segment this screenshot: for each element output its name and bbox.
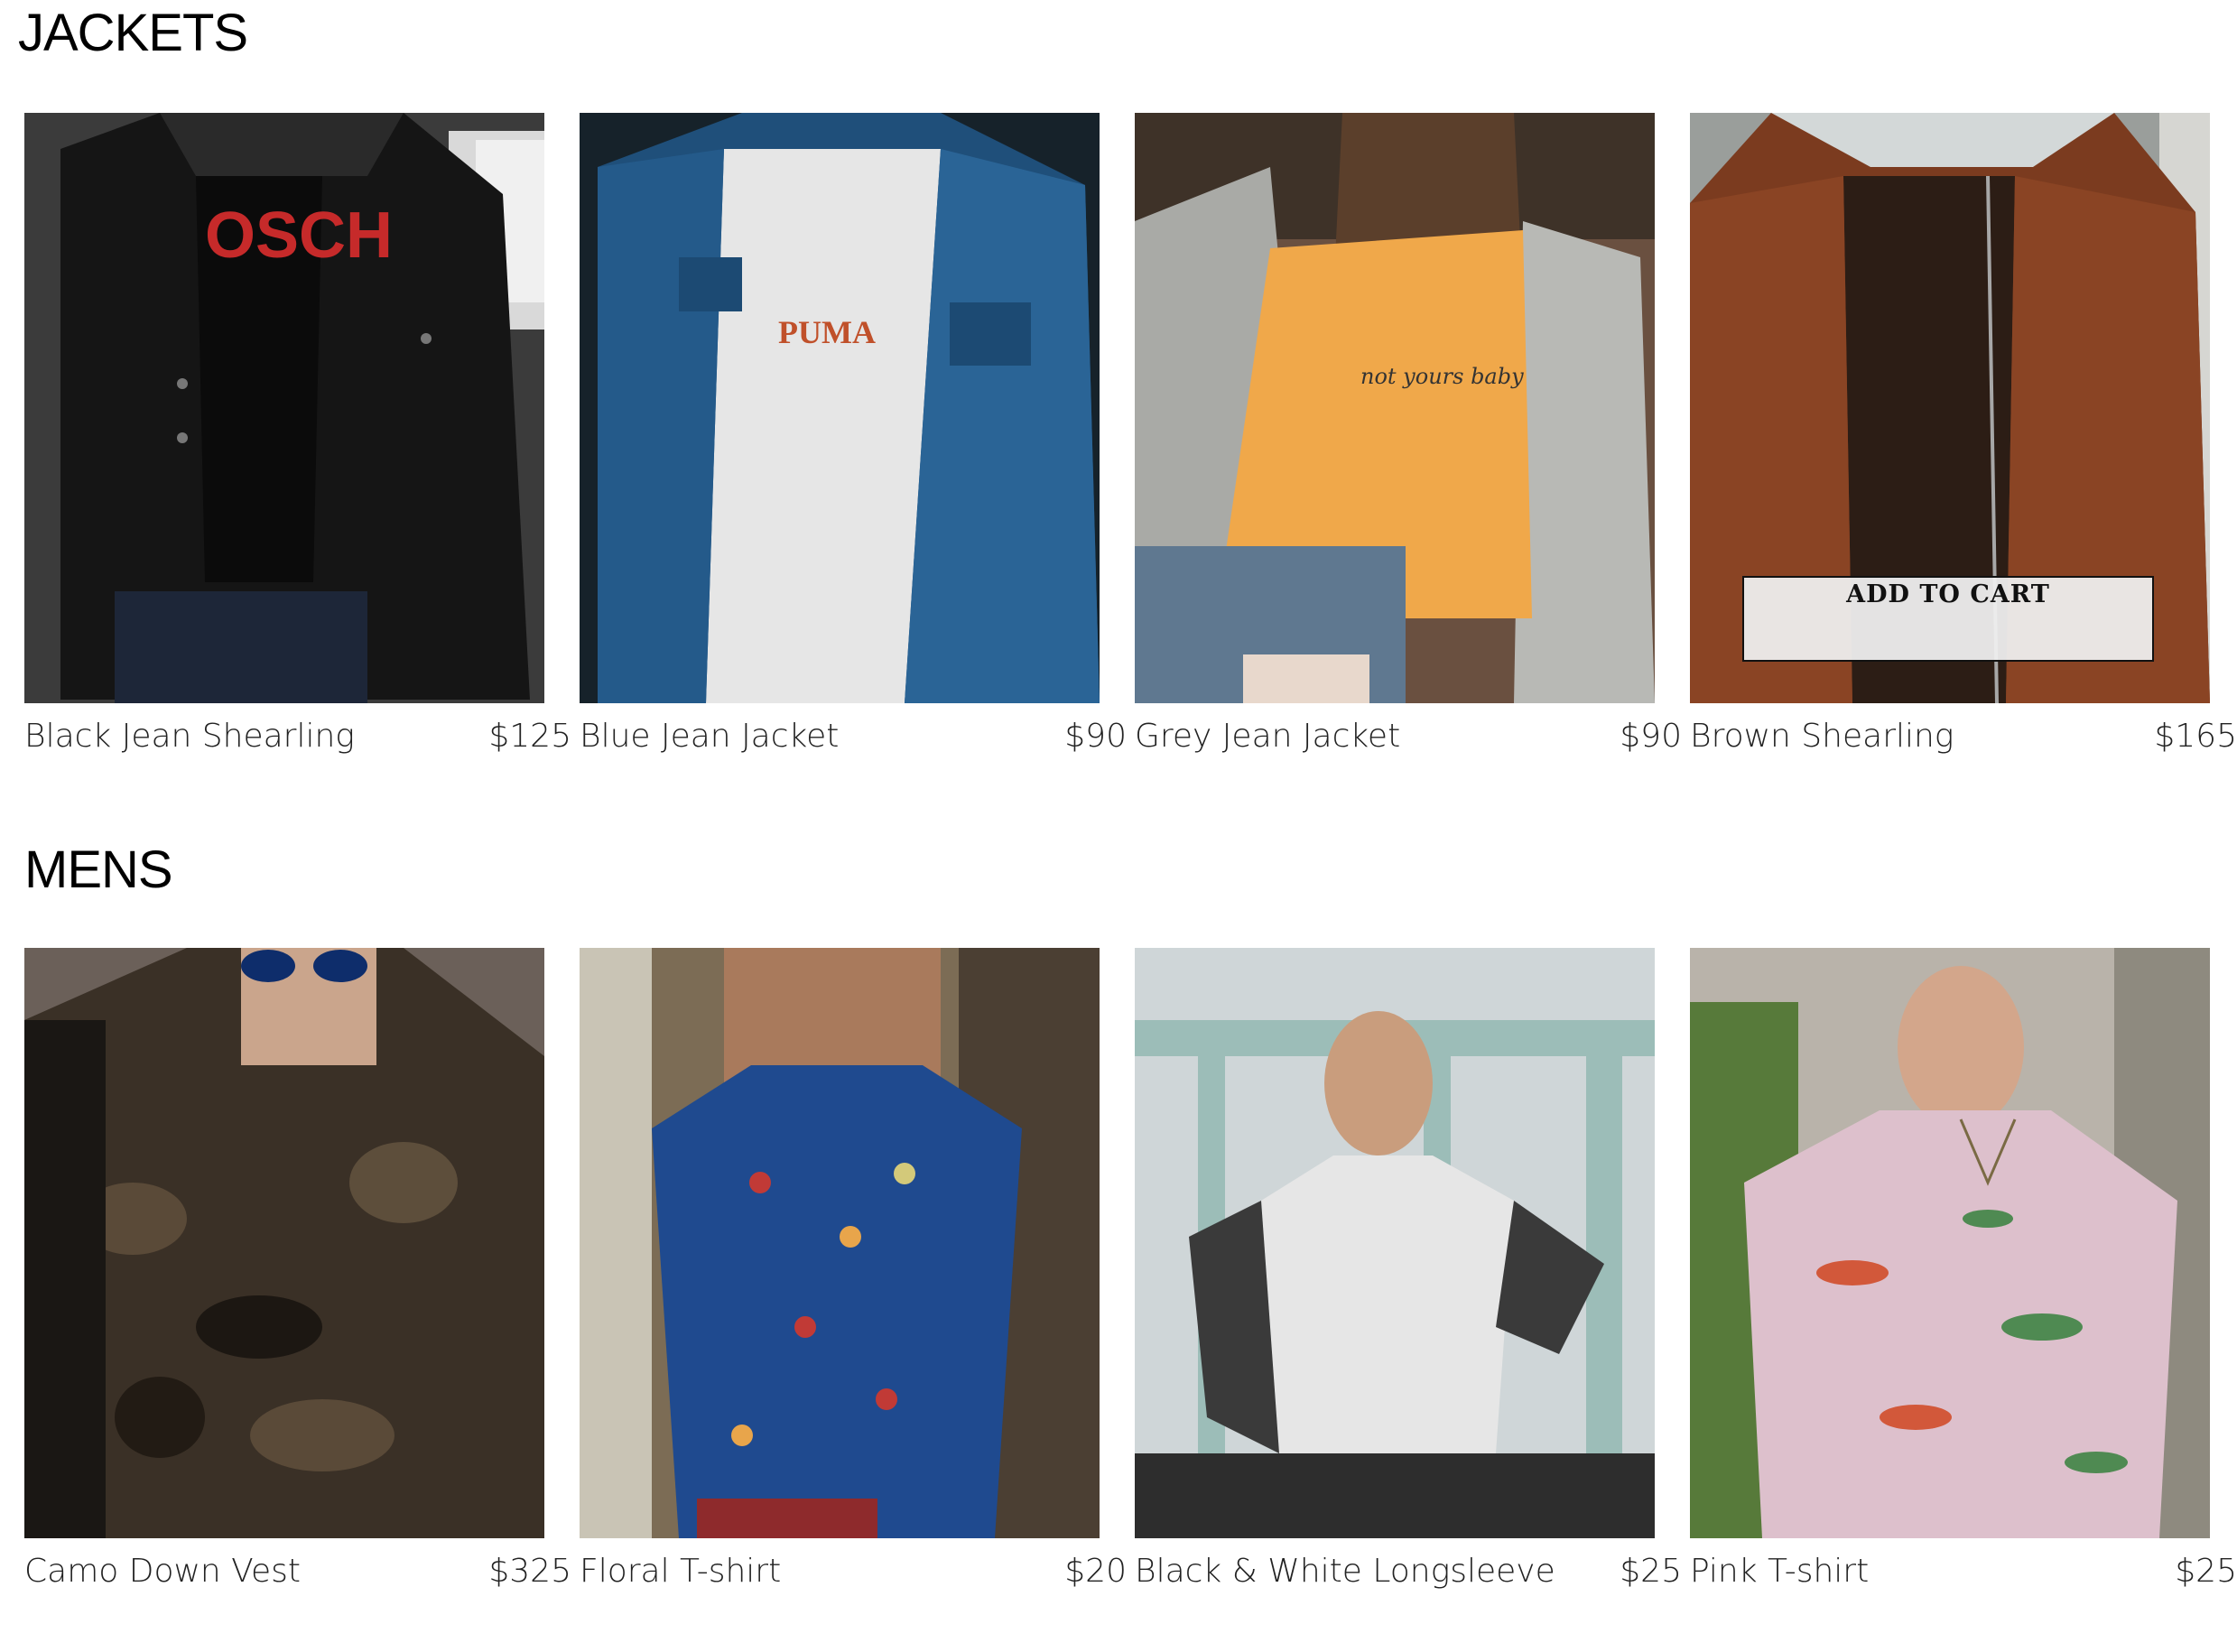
product-card-black-jean-shearling[interactable]: OSCH Black Jean Shearling $125 <box>15 113 571 817</box>
product-name[interactable]: Grey Jean Jacket <box>1135 718 1400 755</box>
product-card-grey-jean-jacket[interactable]: not yours baby Grey Jean Jacket $90 <box>1126 113 1682 817</box>
section-title-jackets: JACKETS <box>18 4 248 62</box>
product-name[interactable]: Black Jean Shearling <box>24 718 355 755</box>
product-meta: Blue Jean Jacket $90 <box>580 718 1127 772</box>
product-card-pink-t-shirt[interactable]: Pink T-shirt $25 <box>1681 948 2237 1652</box>
product-image-brown-shearling[interactable]: ADD TO CART <box>1690 113 2210 703</box>
product-grid-mens: Camo Down Vest $325 Floral T-shirt $20 B… <box>0 948 2237 1609</box>
product-image-blue-jean-jacket[interactable]: PUMA <box>580 113 1100 703</box>
product-image-black-white-longsleeve[interactable] <box>1135 948 1655 1538</box>
svg-text:PUMA: PUMA <box>778 314 876 350</box>
product-card-camo-down-vest[interactable]: Camo Down Vest $325 <box>15 948 571 1652</box>
product-meta: Brown Shearling $165 <box>1690 718 2237 772</box>
product-image-floral-t-shirt[interactable] <box>580 948 1100 1538</box>
product-card-blue-jean-jacket[interactable]: PUMA Blue Jean Jacket $90 <box>571 113 1127 817</box>
product-price: $25 <box>2175 1553 2237 1590</box>
product-image-grey-jean-jacket[interactable]: not yours baby <box>1135 113 1655 703</box>
product-grid-jackets: OSCH Black Jean Shearling $125 PUMA Blue… <box>0 113 2237 817</box>
svg-text:OSCH: OSCH <box>205 200 393 272</box>
product-name[interactable]: Floral T-shirt <box>580 1553 781 1590</box>
product-meta: Grey Jean Jacket $90 <box>1135 718 1682 772</box>
product-meta: Pink T-shirt $25 <box>1690 1553 2237 1607</box>
section-title-mens: MENS <box>24 840 173 899</box>
product-price: $90 <box>1620 718 1682 755</box>
svg-text:not yours baby: not yours baby <box>1360 364 1524 389</box>
product-meta: Camo Down Vest $325 <box>24 1553 571 1607</box>
product-card-black-white-longsleeve[interactable]: Black & White Longsleeve $25 <box>1126 948 1682 1652</box>
product-name[interactable]: Black & White Longsleeve <box>1135 1553 1555 1590</box>
product-card-floral-t-shirt[interactable]: Floral T-shirt $20 <box>571 948 1127 1652</box>
product-price: $25 <box>1620 1553 1682 1590</box>
product-name[interactable]: Blue Jean Jacket <box>580 718 839 755</box>
product-price: $325 <box>488 1553 571 1590</box>
product-price: $165 <box>2154 718 2237 755</box>
product-name[interactable]: Pink T-shirt <box>1690 1553 1869 1590</box>
product-price: $125 <box>488 718 571 755</box>
product-name[interactable]: Camo Down Vest <box>24 1553 301 1590</box>
product-card-brown-shearling[interactable]: ADD TO CART Brown Shearling $165 <box>1681 113 2237 817</box>
product-price: $20 <box>1064 1553 1127 1590</box>
product-image-camo-down-vest[interactable] <box>24 948 544 1538</box>
product-image-pink-t-shirt[interactable] <box>1690 948 2210 1538</box>
product-price: $90 <box>1064 718 1127 755</box>
product-meta: Floral T-shirt $20 <box>580 1553 1127 1607</box>
product-name[interactable]: Brown Shearling <box>1690 718 1954 755</box>
product-meta: Black Jean Shearling $125 <box>24 718 571 772</box>
product-meta: Black & White Longsleeve $25 <box>1135 1553 1682 1607</box>
product-image-black-jean-shearling[interactable]: OSCH <box>24 113 544 703</box>
add-to-cart-button[interactable]: ADD TO CART <box>1742 576 2154 662</box>
